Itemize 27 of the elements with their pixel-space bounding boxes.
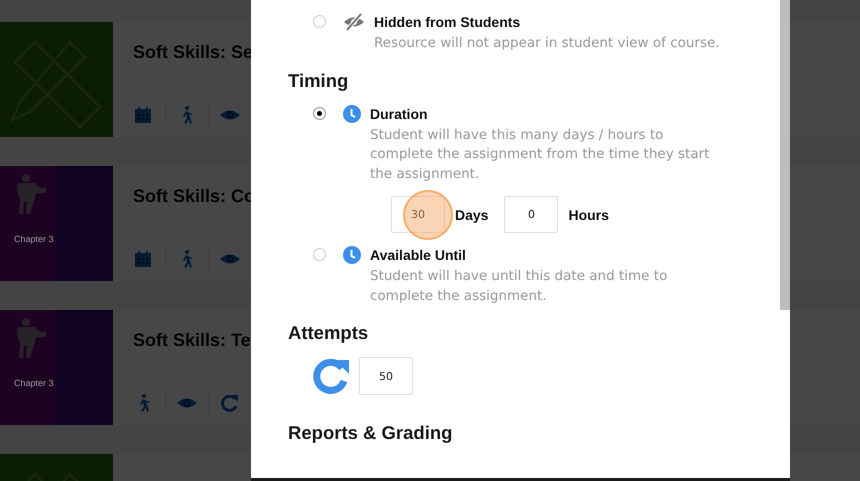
crossed-eye-icon (343, 13, 365, 31)
click-highlight (403, 190, 453, 240)
section-heading: Reports & Grading (288, 422, 454, 444)
option-label: Hidden from Students (374, 13, 522, 32)
radio-button[interactable] (313, 106, 326, 120)
clock-icon (343, 104, 361, 122)
section-heading: Attempts (288, 322, 370, 344)
thumbnail-caption: Chapter 3 (14, 234, 54, 244)
days-input[interactable]: 30 (391, 196, 445, 233)
option-description: Student will have until this date and time to complete the assignment. (370, 267, 668, 306)
unit-label: Days (455, 206, 488, 222)
scrollbar-thumb[interactable] (780, 0, 790, 310)
course-title: Soft Skills: Te (133, 330, 251, 351)
option-label: Duration (370, 104, 429, 124)
option-description: Student will have this many days / hours to complete the assignment from the time they start the assignment. (370, 126, 710, 184)
course-title: Soft Skills: Se (133, 42, 254, 63)
hours-input[interactable]: 0 (504, 196, 558, 233)
section-heading: Timing (288, 70, 350, 92)
attempts-input[interactable]: 50 (359, 357, 413, 395)
radio-button[interactable] (313, 248, 326, 261)
unit-label: Hours (568, 206, 609, 222)
option-description: Resource will not appear in student view of course. (374, 34, 721, 53)
thumbnail-caption: Chapter 3 (14, 378, 54, 388)
radio-button[interactable] (313, 15, 326, 28)
option-label: Available Until (370, 246, 467, 265)
refresh-icon (311, 356, 351, 396)
clock-icon (343, 246, 361, 264)
